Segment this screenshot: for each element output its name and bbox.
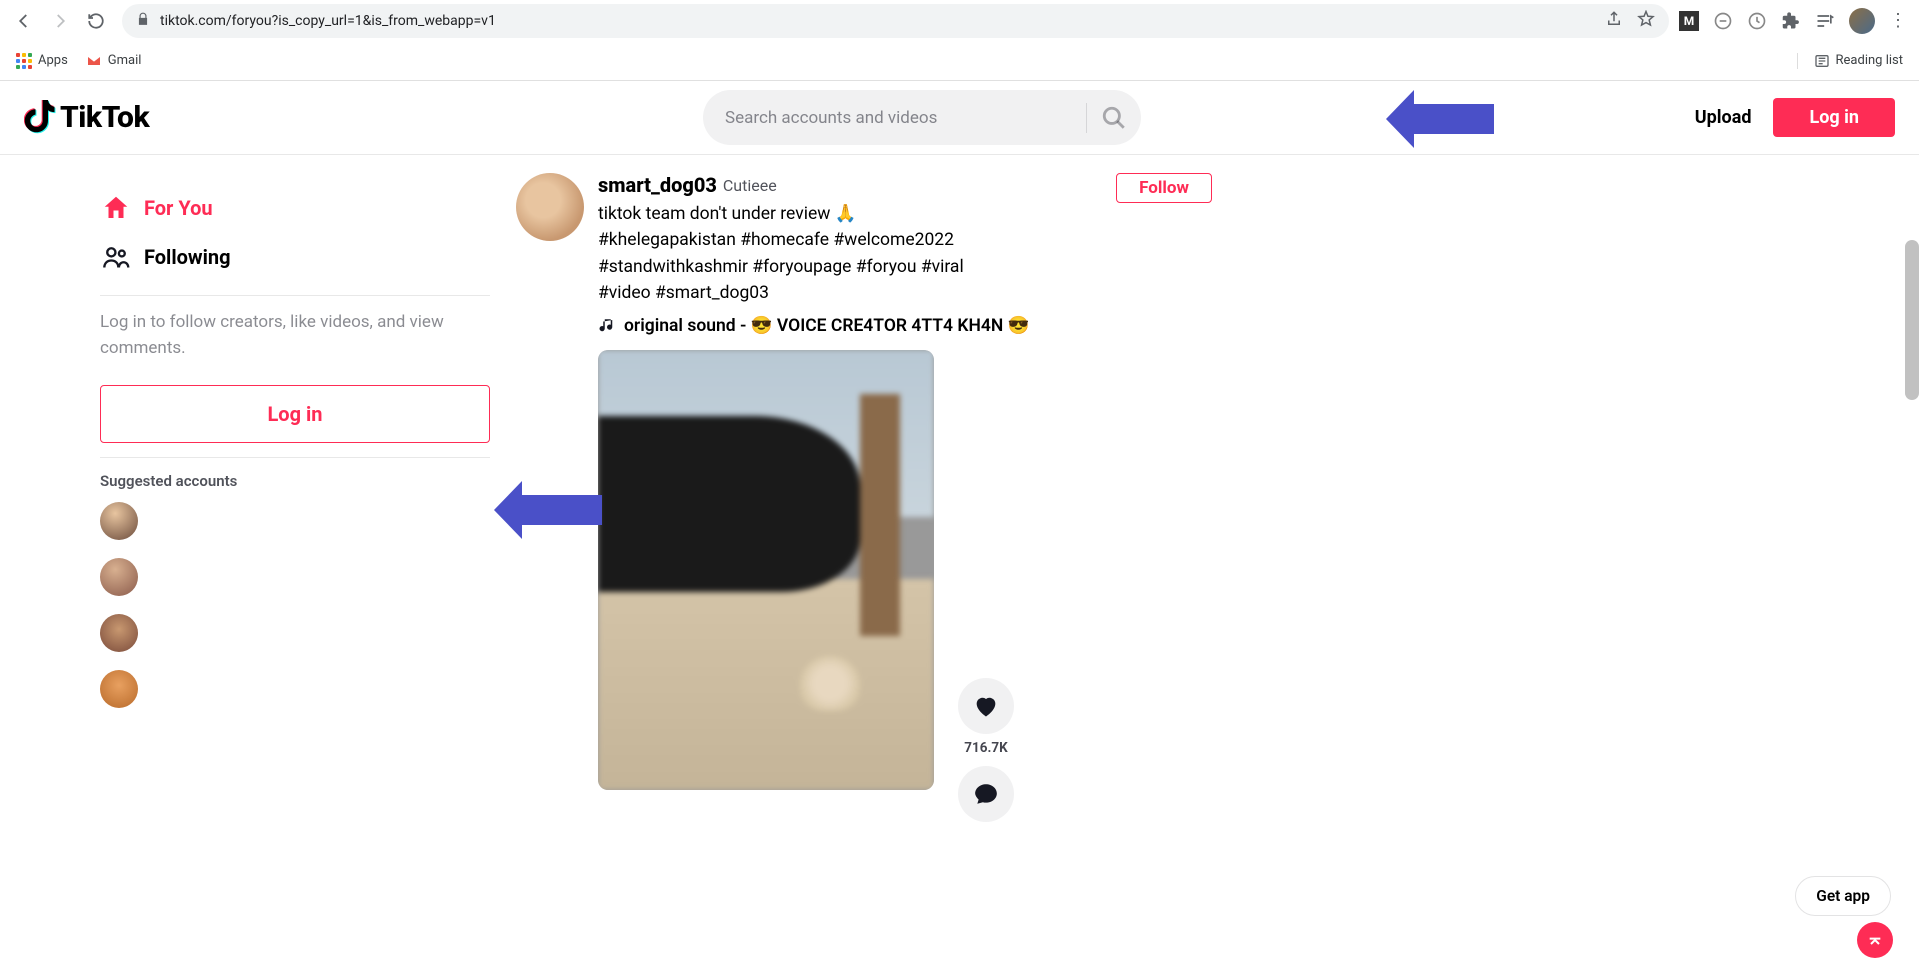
sound-text: original sound - 😎 VOICE CRE4TOR 4TT4 KH… bbox=[624, 316, 1029, 336]
suggested-avatar[interactable] bbox=[100, 502, 138, 540]
tiktok-note-icon bbox=[24, 100, 56, 136]
reading-list-button[interactable]: Reading list bbox=[1797, 53, 1903, 69]
reading-list-label: Reading list bbox=[1836, 53, 1903, 68]
search-button[interactable] bbox=[1087, 105, 1141, 131]
tiktok-logo[interactable]: TikTok bbox=[24, 100, 149, 136]
follow-button[interactable]: Follow bbox=[1116, 173, 1212, 203]
search-icon bbox=[1101, 105, 1127, 131]
chrome-menu-icon[interactable]: ⋮ bbox=[1889, 10, 1907, 31]
author-username[interactable]: smart_dog03 bbox=[598, 173, 717, 197]
search-bar[interactable] bbox=[703, 90, 1141, 145]
extension-icon[interactable]: M bbox=[1679, 11, 1699, 31]
gmail-bookmark[interactable]: Gmail bbox=[86, 53, 142, 69]
left-sidebar: For You Following Log in to follow creat… bbox=[0, 173, 372, 790]
login-button-header[interactable]: Log in bbox=[1773, 98, 1895, 137]
extension-icon[interactable] bbox=[1747, 11, 1767, 31]
home-icon bbox=[100, 193, 132, 223]
gmail-label: Gmail bbox=[108, 53, 142, 68]
heart-icon bbox=[972, 692, 1000, 720]
nav-label: Following bbox=[144, 245, 231, 269]
gmail-icon bbox=[86, 53, 102, 69]
upload-link[interactable]: Upload bbox=[1695, 107, 1752, 128]
lock-icon bbox=[136, 11, 150, 30]
back-button[interactable] bbox=[8, 5, 40, 37]
apps-shortcut[interactable]: Apps bbox=[16, 53, 68, 69]
scroll-to-top-button[interactable] bbox=[1857, 922, 1893, 958]
nav-label: For You bbox=[144, 196, 213, 220]
like-button[interactable] bbox=[958, 678, 1014, 734]
apps-label: Apps bbox=[38, 53, 68, 68]
suggested-avatar[interactable] bbox=[100, 614, 138, 652]
suggested-avatar[interactable] bbox=[100, 670, 138, 708]
browser-toolbar: tiktok.com/foryou?is_copy_url=1&is_from_… bbox=[0, 0, 1919, 41]
page-body: For You Following Log in to follow creat… bbox=[0, 155, 1919, 790]
post-caption: tiktok team don't under review 🙏 #kheleg… bbox=[598, 197, 1116, 306]
tiktok-wordmark: TikTok bbox=[60, 100, 149, 135]
chevron-up-icon bbox=[1867, 932, 1883, 948]
forward-button[interactable] bbox=[44, 5, 76, 37]
apps-grid-icon bbox=[16, 53, 32, 69]
people-icon bbox=[100, 243, 132, 271]
like-count: 716.7K bbox=[964, 740, 1007, 756]
toolbar-extensions: M ⋮ bbox=[1679, 8, 1911, 34]
playlist-icon[interactable] bbox=[1815, 11, 1835, 31]
video-frame bbox=[598, 350, 934, 790]
author-nickname: Cutieee bbox=[723, 176, 777, 195]
annotation-arrow bbox=[1414, 104, 1494, 134]
header-actions: Upload Log in bbox=[1695, 98, 1895, 137]
suggested-avatar[interactable] bbox=[100, 558, 138, 596]
sound-link[interactable]: original sound - 😎 VOICE CRE4TOR 4TT4 KH… bbox=[598, 306, 1116, 336]
search-input[interactable] bbox=[725, 108, 1086, 128]
post-actions: 716.7K bbox=[958, 678, 1014, 790]
site-header: TikTok Upload Log in bbox=[0, 81, 1919, 155]
url-text: tiktok.com/foryou?is_copy_url=1&is_from_… bbox=[160, 13, 1595, 29]
reload-button[interactable] bbox=[80, 5, 112, 37]
video-post: smart_dog03 Cutieee tiktok team don't un… bbox=[516, 173, 1212, 790]
comment-icon bbox=[973, 781, 999, 807]
bookmark-star-icon[interactable] bbox=[1637, 10, 1655, 32]
page-scrollbar-thumb[interactable] bbox=[1905, 240, 1919, 400]
bookmarks-bar: Apps Gmail Reading list bbox=[0, 41, 1919, 81]
extension-icon[interactable] bbox=[1713, 11, 1733, 31]
annotation-arrow bbox=[522, 495, 602, 525]
video-player[interactable] bbox=[598, 350, 934, 790]
get-app-button[interactable]: Get app bbox=[1795, 876, 1891, 916]
comment-button[interactable] bbox=[958, 766, 1014, 822]
address-bar[interactable]: tiktok.com/foryou?is_copy_url=1&is_from_… bbox=[122, 4, 1669, 38]
author-avatar[interactable] bbox=[516, 173, 584, 241]
extensions-puzzle-icon[interactable] bbox=[1781, 11, 1801, 31]
chrome-profile-avatar[interactable] bbox=[1849, 8, 1875, 34]
music-note-icon bbox=[598, 317, 616, 335]
reading-list-icon bbox=[1814, 53, 1830, 69]
share-icon[interactable] bbox=[1605, 10, 1623, 32]
